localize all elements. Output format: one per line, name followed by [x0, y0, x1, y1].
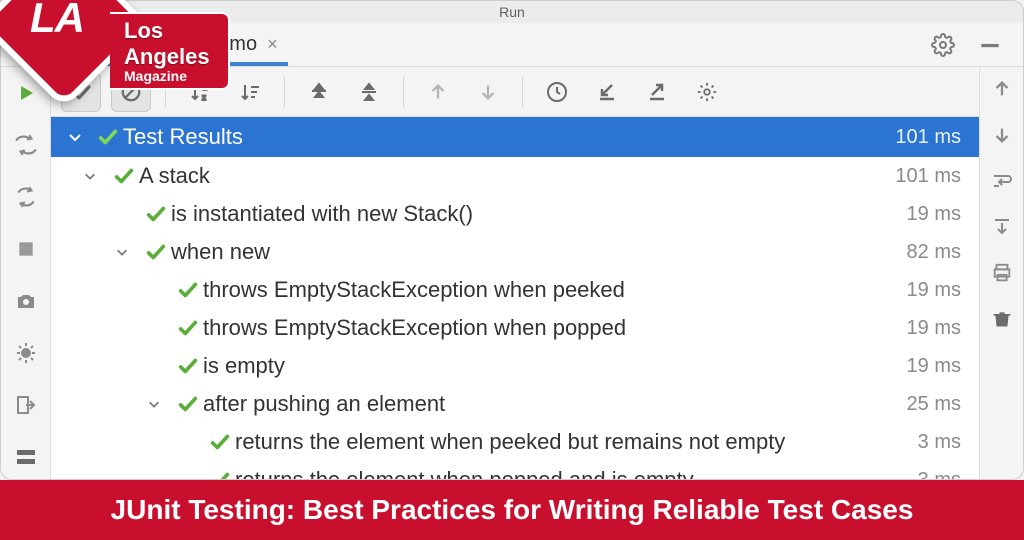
previous-failed-button[interactable]: [418, 72, 458, 112]
test-row[interactable]: A stack 101 ms: [51, 157, 979, 195]
print-icon[interactable]: [984, 255, 1020, 291]
svg-text:z: z: [202, 93, 206, 102]
test-time: 3 ms: [918, 469, 961, 480]
close-icon[interactable]: ×: [267, 34, 278, 55]
chevron-down-icon[interactable]: [67, 129, 93, 145]
chevron-down-icon[interactable]: [147, 397, 173, 411]
test-time: 19 ms: [907, 355, 961, 378]
test-time: 19 ms: [907, 317, 961, 340]
arrow-up-icon[interactable]: [984, 71, 1020, 107]
status-pass-icon: [173, 393, 203, 415]
test-time: 3 ms: [918, 431, 961, 454]
test-time: 101 ms: [895, 165, 961, 188]
result-panel: az: [51, 67, 979, 479]
status-pass-icon: [173, 317, 203, 339]
test-time: 82 ms: [907, 241, 961, 264]
export-tests-button[interactable]: [637, 72, 677, 112]
test-time: 25 ms: [907, 393, 961, 416]
article-title-banner: JUnit Testing: Best Practices for Writin…: [0, 480, 1024, 540]
run-tool-body: az: [1, 67, 1023, 479]
logo-abbrev: LA: [30, 0, 84, 42]
debug-icon[interactable]: [6, 333, 46, 373]
chevron-down-icon[interactable]: [83, 169, 109, 183]
test-row[interactable]: is empty 19 ms: [51, 347, 979, 385]
test-label: throws EmptyStackException when popped: [203, 315, 897, 341]
collapse-all-button[interactable]: [349, 72, 389, 112]
scroll-to-end-icon[interactable]: [984, 209, 1020, 245]
next-failed-button[interactable]: [468, 72, 508, 112]
status-pass-icon: [109, 165, 139, 187]
test-row[interactable]: returns the element when peeked but rema…: [51, 423, 979, 461]
tabbar-controls: [931, 32, 1003, 58]
test-row[interactable]: throws EmptyStackException when popped 19…: [51, 309, 979, 347]
status-pass-icon: [205, 469, 235, 479]
toolbar-separator: [522, 76, 523, 108]
article-title: JUnit Testing: Best Practices for Writin…: [111, 494, 914, 526]
settings-gear-icon[interactable]: [931, 33, 955, 57]
test-tree: Test Results 101 ms A stack 101 ms is inst…: [51, 117, 979, 479]
arrow-down-icon[interactable]: [984, 117, 1020, 153]
sort-duration-button[interactable]: [230, 72, 270, 112]
test-row[interactable]: is instantiated with new Stack() 19 ms: [51, 195, 979, 233]
exit-icon[interactable]: [6, 385, 46, 425]
test-label: returns the element when popped and is e…: [235, 467, 908, 479]
test-time: 19 ms: [907, 203, 961, 226]
stop-icon[interactable]: [6, 229, 46, 269]
status-pass-icon: [141, 241, 171, 263]
test-row[interactable]: throws EmptyStackException when peeked 19…: [51, 271, 979, 309]
left-gutter: [1, 67, 51, 479]
status-pass-icon: [173, 279, 203, 301]
expand-all-button[interactable]: [299, 72, 339, 112]
logo-text: Los Angeles Magazine: [110, 12, 230, 90]
test-label: is instantiated with new Stack(): [171, 201, 897, 227]
test-results-time: 101 ms: [895, 126, 961, 149]
hide-icon[interactable]: [977, 32, 1003, 58]
test-label: A stack: [139, 163, 885, 189]
camera-icon[interactable]: [6, 281, 46, 321]
import-tests-button[interactable]: [587, 72, 627, 112]
toolbar-separator: [284, 76, 285, 108]
test-runner-settings-button[interactable]: [687, 72, 727, 112]
test-label: throws EmptyStackException when peeked: [203, 277, 897, 303]
status-pass-icon: [205, 431, 235, 453]
logo-line2: Magazine: [124, 68, 210, 84]
soft-wrap-icon[interactable]: [984, 163, 1020, 199]
toggle-autotest-icon[interactable]: [6, 177, 46, 217]
trash-icon[interactable]: [984, 301, 1020, 337]
window-title: Run: [499, 4, 525, 20]
layout-icon[interactable]: [6, 437, 46, 477]
chevron-down-icon[interactable]: [115, 245, 141, 259]
status-pass-icon: [93, 126, 123, 148]
toolbar-separator: [403, 76, 404, 108]
test-row[interactable]: when new 82 ms: [51, 233, 979, 271]
test-time: 19 ms: [907, 279, 961, 302]
rerun-failed-icon[interactable]: [6, 125, 46, 165]
test-row[interactable]: after pushing an element 25 ms: [51, 385, 979, 423]
test-label: returns the element when peeked but rema…: [235, 429, 908, 455]
test-results-label: Test Results: [123, 124, 885, 150]
test-history-button[interactable]: [537, 72, 577, 112]
test-label: is empty: [203, 353, 897, 379]
test-results-root[interactable]: Test Results 101 ms: [51, 117, 979, 157]
right-gutter: [979, 67, 1023, 479]
test-label: when new: [171, 239, 897, 265]
status-pass-icon: [141, 203, 171, 225]
logo-line1: Los Angeles: [124, 18, 210, 70]
status-pass-icon: [173, 355, 203, 377]
test-label: after pushing an element: [203, 391, 897, 417]
test-row[interactable]: returns the element when popped and is e…: [51, 461, 979, 479]
